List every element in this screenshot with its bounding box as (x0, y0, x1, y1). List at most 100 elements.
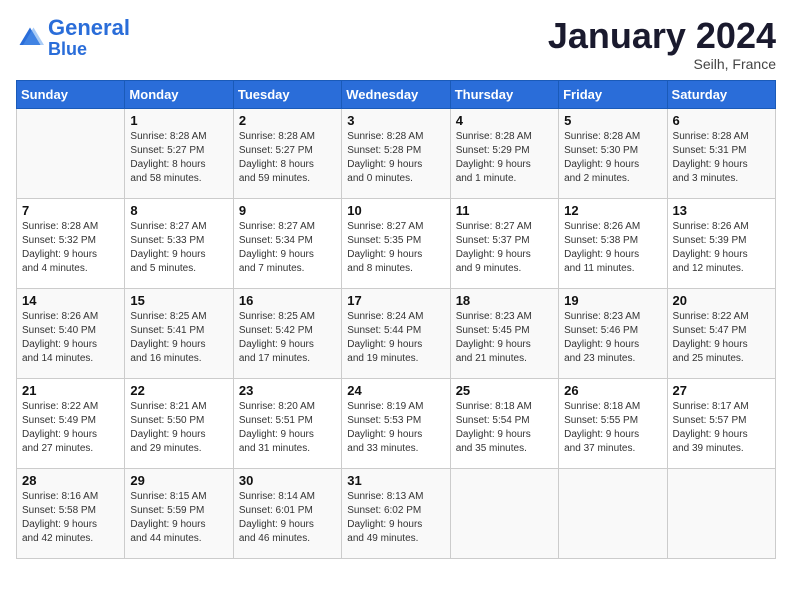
cell-info: Sunrise: 8:26 AMSunset: 5:39 PMDaylight:… (673, 220, 770, 276)
calendar-cell (667, 468, 775, 558)
cell-info: Sunrise: 8:28 AMSunset: 5:27 PMDaylight:… (130, 130, 227, 186)
cell-info: Sunrise: 8:18 AMSunset: 5:55 PMDaylight:… (564, 400, 661, 456)
day-of-week-header: Sunday (17, 80, 125, 108)
day-of-week-header: Thursday (450, 80, 558, 108)
day-number: 7 (22, 203, 119, 218)
calendar-cell (559, 468, 667, 558)
day-number: 25 (456, 383, 553, 398)
calendar-cell: 20 Sunrise: 8:22 AMSunset: 5:47 PMDayligh… (667, 288, 775, 378)
cell-info: Sunrise: 8:24 AMSunset: 5:44 PMDaylight:… (347, 310, 444, 366)
calendar-cell: 29Sunrise: 8:15 AMSunset: 5:59 PMDayligh… (125, 468, 233, 558)
day-number: 8 (130, 203, 227, 218)
cell-info: Sunrise: 8:18 AMSunset: 5:54 PMDaylight:… (456, 400, 553, 456)
day-number: 3 (347, 113, 444, 128)
day-number: 21 (22, 383, 119, 398)
calendar-week-row: 14 Sunrise: 8:26 AMSunset: 5:40 PMDayligh… (17, 288, 776, 378)
cell-info: Sunrise: 8:17 AMSunset: 5:57 PMDaylight:… (673, 400, 770, 456)
cell-info: Sunrise: 8:27 AMSunset: 5:34 PMDaylight:… (239, 220, 336, 276)
day-number: 9 (239, 203, 336, 218)
calendar-cell: 13 Sunrise: 8:26 AMSunset: 5:39 PMDayligh… (667, 198, 775, 288)
cell-info: Sunrise: 8:26 AMSunset: 5:38 PMDaylight:… (564, 220, 661, 276)
day-number: 30 (239, 473, 336, 488)
day-number: 4 (456, 113, 553, 128)
logo-icon (16, 24, 44, 52)
cell-info: Sunrise: 8:27 AMSunset: 5:33 PMDaylight:… (130, 220, 227, 276)
logo-text: General Blue (48, 16, 130, 60)
cell-info: Sunrise: 8:22 AMSunset: 5:47 PMDaylight:… (673, 310, 770, 366)
day-number: 16 (239, 293, 336, 308)
day-number: 11 (456, 203, 553, 218)
calendar-cell: 16 Sunrise: 8:25 AMSunset: 5:42 PMDayligh… (233, 288, 341, 378)
day-number: 1 (130, 113, 227, 128)
cell-info: Sunrise: 8:23 AMSunset: 5:46 PMDaylight:… (564, 310, 661, 366)
cell-info: Sunrise: 8:28 AMSunset: 5:30 PMDaylight:… (564, 130, 661, 186)
calendar-cell: 10 Sunrise: 8:27 AMSunset: 5:35 PMDayligh… (342, 198, 450, 288)
calendar-week-row: 21 Sunrise: 8:22 AMSunset: 5:49 PMDayligh… (17, 378, 776, 468)
cell-info: Sunrise: 8:20 AMSunset: 5:51 PMDaylight:… (239, 400, 336, 456)
day-number: 12 (564, 203, 661, 218)
day-number: 2 (239, 113, 336, 128)
day-number: 6 (673, 113, 770, 128)
calendar-cell: 18Sunrise: 8:23 AMSunset: 5:45 PMDayligh… (450, 288, 558, 378)
day-number: 14 (22, 293, 119, 308)
calendar-cell: 23 Sunrise: 8:20 AMSunset: 5:51 PMDayligh… (233, 378, 341, 468)
calendar-cell: 26 Sunrise: 8:18 AMSunset: 5:55 PMDayligh… (559, 378, 667, 468)
cell-info: Sunrise: 8:26 AMSunset: 5:40 PMDaylight:… (22, 310, 119, 366)
day-number: 24 (347, 383, 444, 398)
calendar-week-row: 28Sunrise: 8:16 AMSunset: 5:58 PMDayligh… (17, 468, 776, 558)
calendar-cell: 5 Sunrise: 8:28 AMSunset: 5:30 PMDaylight… (559, 108, 667, 198)
calendar-cell: 3Sunrise: 8:28 AMSunset: 5:28 PMDaylight… (342, 108, 450, 198)
title-block: January 2024 Seilh, France (548, 16, 776, 72)
calendar-cell (450, 468, 558, 558)
day-number: 20 (673, 293, 770, 308)
calendar-cell (17, 108, 125, 198)
cell-info: Sunrise: 8:28 AMSunset: 5:32 PMDaylight:… (22, 220, 119, 276)
calendar-cell: 28Sunrise: 8:16 AMSunset: 5:58 PMDayligh… (17, 468, 125, 558)
page-header: General Blue January 2024 Seilh, France (16, 16, 776, 72)
calendar-cell: 15 Sunrise: 8:25 AMSunset: 5:41 PMDayligh… (125, 288, 233, 378)
month-title: January 2024 (548, 16, 776, 56)
day-number: 17 (347, 293, 444, 308)
day-number: 31 (347, 473, 444, 488)
day-number: 13 (673, 203, 770, 218)
cell-info: Sunrise: 8:27 AMSunset: 5:35 PMDaylight:… (347, 220, 444, 276)
day-number: 23 (239, 383, 336, 398)
calendar-cell: 17 Sunrise: 8:24 AMSunset: 5:44 PMDayligh… (342, 288, 450, 378)
calendar-cell: 6 Sunrise: 8:28 AMSunset: 5:31 PMDaylight… (667, 108, 775, 198)
day-number: 15 (130, 293, 227, 308)
cell-info: Sunrise: 8:21 AMSunset: 5:50 PMDaylight:… (130, 400, 227, 456)
calendar-cell: 8 Sunrise: 8:27 AMSunset: 5:33 PMDaylight… (125, 198, 233, 288)
calendar-week-row: 1 Sunrise: 8:28 AMSunset: 5:27 PMDaylight… (17, 108, 776, 198)
day-of-week-header: Saturday (667, 80, 775, 108)
location: Seilh, France (548, 56, 776, 72)
calendar-cell: 11 Sunrise: 8:27 AMSunset: 5:37 PMDayligh… (450, 198, 558, 288)
logo: General Blue (16, 16, 130, 60)
cell-info: Sunrise: 8:28 AMSunset: 5:31 PMDaylight:… (673, 130, 770, 186)
day-number: 5 (564, 113, 661, 128)
calendar-cell: 31Sunrise: 8:13 AMSunset: 6:02 PMDayligh… (342, 468, 450, 558)
cell-info: Sunrise: 8:23 AMSunset: 5:45 PMDaylight:… (456, 310, 553, 366)
cell-info: Sunrise: 8:22 AMSunset: 5:49 PMDaylight:… (22, 400, 119, 456)
calendar-week-row: 7 Sunrise: 8:28 AMSunset: 5:32 PMDaylight… (17, 198, 776, 288)
day-number: 26 (564, 383, 661, 398)
cell-info: Sunrise: 8:28 AMSunset: 5:29 PMDaylight:… (456, 130, 553, 186)
calendar-cell: 14 Sunrise: 8:26 AMSunset: 5:40 PMDayligh… (17, 288, 125, 378)
day-number: 29 (130, 473, 227, 488)
cell-info: Sunrise: 8:25 AMSunset: 5:41 PMDaylight:… (130, 310, 227, 366)
calendar-cell: 2 Sunrise: 8:28 AMSunset: 5:27 PMDaylight… (233, 108, 341, 198)
day-number: 10 (347, 203, 444, 218)
day-number: 27 (673, 383, 770, 398)
cell-info: Sunrise: 8:27 AMSunset: 5:37 PMDaylight:… (456, 220, 553, 276)
calendar-cell: 25 Sunrise: 8:18 AMSunset: 5:54 PMDayligh… (450, 378, 558, 468)
cell-info: Sunrise: 8:16 AMSunset: 5:58 PMDaylight:… (22, 490, 119, 546)
calendar-cell: 19Sunrise: 8:23 AMSunset: 5:46 PMDayligh… (559, 288, 667, 378)
day-of-week-header: Wednesday (342, 80, 450, 108)
cell-info: Sunrise: 8:28 AMSunset: 5:27 PMDaylight:… (239, 130, 336, 186)
calendar-cell: 12 Sunrise: 8:26 AMSunset: 5:38 PMDayligh… (559, 198, 667, 288)
calendar-cell: 4 Sunrise: 8:28 AMSunset: 5:29 PMDaylight… (450, 108, 558, 198)
cell-info: Sunrise: 8:14 AMSunset: 6:01 PMDaylight:… (239, 490, 336, 546)
calendar-cell: 21 Sunrise: 8:22 AMSunset: 5:49 PMDayligh… (17, 378, 125, 468)
calendar-cell: 27 Sunrise: 8:17 AMSunset: 5:57 PMDayligh… (667, 378, 775, 468)
calendar-cell: 24Sunrise: 8:19 AMSunset: 5:53 PMDayligh… (342, 378, 450, 468)
cell-info: Sunrise: 8:25 AMSunset: 5:42 PMDaylight:… (239, 310, 336, 366)
